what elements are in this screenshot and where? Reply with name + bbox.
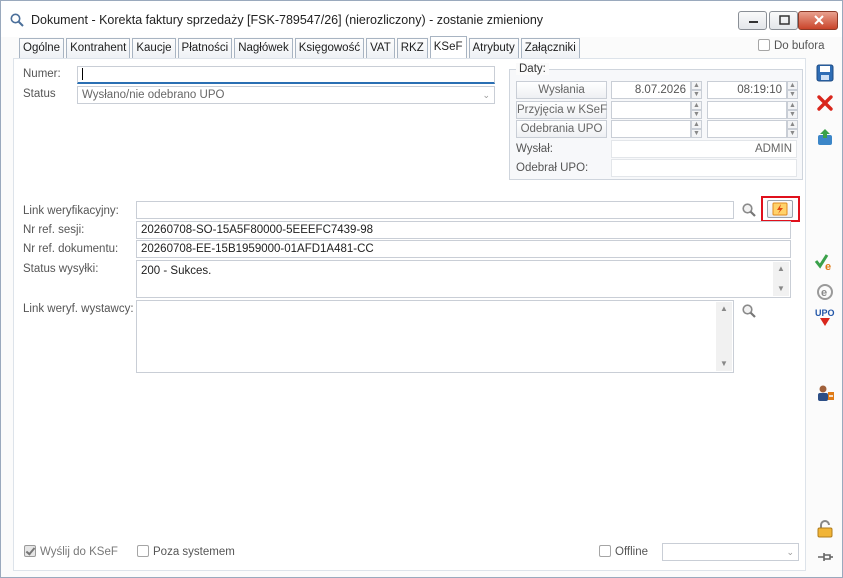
status-label: Status <box>23 88 56 100</box>
scroll-up-icon[interactable]: ▲ <box>773 262 789 276</box>
przyjecia-time-field[interactable] <box>707 101 787 119</box>
tab-zalaczniki[interactable]: Załączniki <box>520 38 580 59</box>
upo-icon[interactable]: UPO <box>814 306 836 328</box>
nr-ref-dokumentu-field[interactable]: 20260708-EE-15B1959000-01AFD1A481-CC <box>136 240 791 258</box>
wyslania-date-spinner[interactable]: ▲ ▼ <box>691 81 702 99</box>
numer-label: Numer: <box>23 68 61 80</box>
tab-ksiegowosc[interactable]: Księgowość <box>294 38 365 59</box>
wyslal-value: ADMIN <box>611 140 797 158</box>
odebrania-time-field[interactable] <box>707 120 787 138</box>
e-circle-icon[interactable]: e <box>814 281 836 303</box>
tab-strip: Ogólne Kontrahent Kaucje Płatności Nagłó… <box>19 36 582 59</box>
nr-ref-sesji-label: Nr ref. sesji: <box>23 224 85 236</box>
unlock-icon[interactable] <box>814 518 836 540</box>
przyjecia-time-spinner[interactable]: ▲ ▼ <box>787 101 798 119</box>
link-wystawcy-scrollbar[interactable]: ▲ ▼ <box>716 302 732 371</box>
do-bufora-checkbox[interactable]: Do bufora <box>758 39 825 52</box>
tab-kontrahent[interactable]: Kontrahent <box>66 38 131 59</box>
daty-title: Daty: <box>516 63 549 75</box>
document-window: Dokument - Korekta faktury sprzedaży [FS… <box>0 0 843 578</box>
svg-text:e: e <box>821 287 827 299</box>
przyjecia-button[interactable]: Przyjęcia w KSeF <box>516 101 607 119</box>
nr-ref-dokumentu-label: Nr ref. dokumentu: <box>23 243 119 255</box>
scroll-up-icon[interactable]: ▲ <box>716 302 732 316</box>
close-button[interactable] <box>798 11 838 30</box>
offline-select[interactable]: ⌄ <box>662 543 799 561</box>
magnifier-document-icon <box>9 12 25 28</box>
numer-field[interactable] <box>77 66 495 84</box>
svg-text:UPO: UPO <box>815 308 835 318</box>
title-bar: Dokument - Korekta faktury sprzedaży [FS… <box>1 1 842 37</box>
scroll-down-icon[interactable]: ▼ <box>716 357 732 371</box>
tab-kaucje[interactable]: Kaucje <box>132 38 176 59</box>
svg-text:e: e <box>825 261 831 272</box>
wyslania-time-field[interactable]: 08:19:10 <box>707 81 787 99</box>
poza-systemem-checkbox[interactable]: Poza systemem <box>137 545 235 558</box>
odebrania-date-field[interactable] <box>611 120 691 138</box>
generate-link-button[interactable] <box>767 200 793 218</box>
window-title: Dokument - Korekta faktury sprzedaży [FS… <box>31 13 544 27</box>
status-wysylki-label: Status wysyłki: <box>23 263 99 275</box>
scroll-down-icon[interactable]: ▼ <box>773 282 789 296</box>
wyslania-time-spinner[interactable]: ▲ ▼ <box>787 81 798 99</box>
przyjecia-date-spinner[interactable]: ▲ ▼ <box>691 101 702 119</box>
nr-ref-sesji-field[interactable]: 20260708-SO-15A5F80000-5EEEFC7439-98 <box>136 221 791 239</box>
link-weryfikacyjny-label: Link weryfikacyjny: <box>23 205 119 217</box>
tab-ogolne[interactable]: Ogólne <box>19 38 65 59</box>
wyslal-label: Wysłał: <box>516 143 553 155</box>
magnifier-icon[interactable] <box>739 200 759 220</box>
odebrania-date-spinner[interactable]: ▲ ▼ <box>691 120 702 138</box>
chevron-down-icon: ⌄ <box>786 547 794 557</box>
wyslania-button[interactable]: Wysłania <box>516 81 607 99</box>
status-wysylki-scrollbar[interactable]: ▲ ▼ <box>773 262 789 296</box>
przyjecia-date-field[interactable] <box>611 101 691 119</box>
offline-checkbox[interactable]: Offline <box>599 545 648 558</box>
user-swap-icon[interactable] <box>814 382 836 404</box>
minimize-button[interactable] <box>738 11 767 30</box>
poza-check[interactable] <box>137 545 149 557</box>
wyslij-check[interactable] <box>24 545 36 557</box>
offline-check[interactable] <box>599 545 611 557</box>
wyslij-do-ksef-checkbox[interactable]: Wyślij do KSeF <box>24 545 118 558</box>
tab-naglowek[interactable]: Nagłówek <box>234 38 293 59</box>
save-icon[interactable] <box>814 62 836 84</box>
link-weryfikacyjny-field[interactable] <box>136 201 734 219</box>
status-wysylki-field[interactable]: 200 - Sukces. ▲ ▼ <box>136 260 791 298</box>
status-select[interactable]: Wysłano/nie odebrano UPO ⌄ <box>77 86 495 104</box>
odebral-label: Odebrał UPO: <box>516 162 589 174</box>
maximize-button[interactable] <box>769 11 798 30</box>
status-wysylki-value: 200 - Sukces. <box>141 265 212 277</box>
link-wystawcy-label: Link weryf. wystawcy: <box>23 303 134 315</box>
pin-icon[interactable] <box>814 546 836 568</box>
accept-e-icon[interactable]: e <box>814 251 836 273</box>
text-cursor <box>82 68 83 80</box>
tab-atrybuty[interactable]: Atrybuty <box>468 38 519 59</box>
magnifier-icon[interactable] <box>739 301 759 321</box>
chevron-down-icon: ⌄ <box>482 90 490 100</box>
tab-platnosci[interactable]: Płatności <box>177 38 233 59</box>
status-value: Wysłano/nie odebrano UPO <box>82 89 225 101</box>
odebrania-button[interactable]: Odebrania UPO <box>516 120 607 138</box>
do-bufora-check[interactable] <box>758 39 770 51</box>
odebral-value <box>611 159 797 177</box>
do-bufora-label: Do bufora <box>774 40 825 52</box>
lightning-icon <box>772 202 788 216</box>
wyslania-date-field[interactable]: 8.07.2026 <box>611 81 691 99</box>
export-icon[interactable] <box>814 126 836 148</box>
tab-vat[interactable]: VAT <box>366 38 395 59</box>
tab-ksef[interactable]: KSeF <box>429 36 467 59</box>
odebrania-time-spinner[interactable]: ▲ ▼ <box>787 120 798 138</box>
tab-rkz[interactable]: RKZ <box>396 38 428 59</box>
link-wystawcy-field[interactable]: ▲ ▼ <box>136 300 734 373</box>
cancel-icon[interactable] <box>814 92 836 114</box>
